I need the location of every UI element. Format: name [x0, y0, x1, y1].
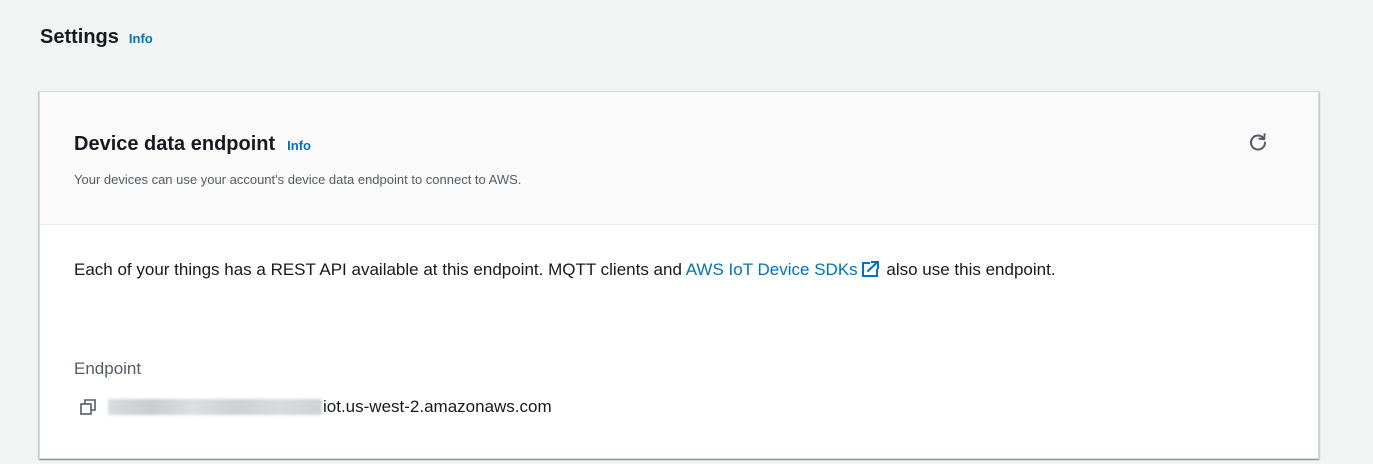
external-link-icon[interactable]: [861, 257, 880, 287]
refresh-icon: [1250, 133, 1267, 151]
card-title: Device data endpoint: [74, 133, 276, 155]
copy-button[interactable]: [78, 397, 98, 417]
explanation-text-end: also use this endpoint.: [881, 260, 1056, 279]
card-info-link[interactable]: Info: [287, 138, 311, 153]
endpoint-explanation: Each of your things has a REST API avail…: [74, 255, 1284, 287]
explanation-text-start: Each of your things has a REST API avail…: [74, 260, 686, 279]
card-header: Device data endpoint Info Your devices c…: [40, 92, 1318, 225]
endpoint-label: Endpoint: [74, 359, 142, 378]
section-info-link[interactable]: Info: [129, 31, 153, 46]
card-title-row: Device data endpoint Info: [74, 133, 311, 156]
aws-iot-device-sdks-link[interactable]: AWS IoT Device SDKs: [686, 260, 858, 279]
section-header: Settings Info: [40, 26, 153, 49]
section-title: Settings: [40, 26, 119, 48]
redacted-endpoint-prefix: [108, 399, 322, 415]
endpoint-value: iot.us-west-2.amazonaws.com: [323, 397, 552, 416]
device-data-endpoint-card: Device data endpoint Info Your devices c…: [39, 91, 1319, 459]
endpoint-value-row: iot.us-west-2.amazonaws.com: [78, 397, 552, 417]
card-description: Your devices can use your account's devi…: [74, 172, 522, 187]
refresh-button[interactable]: [1244, 128, 1272, 156]
copy-icon: [80, 399, 96, 415]
